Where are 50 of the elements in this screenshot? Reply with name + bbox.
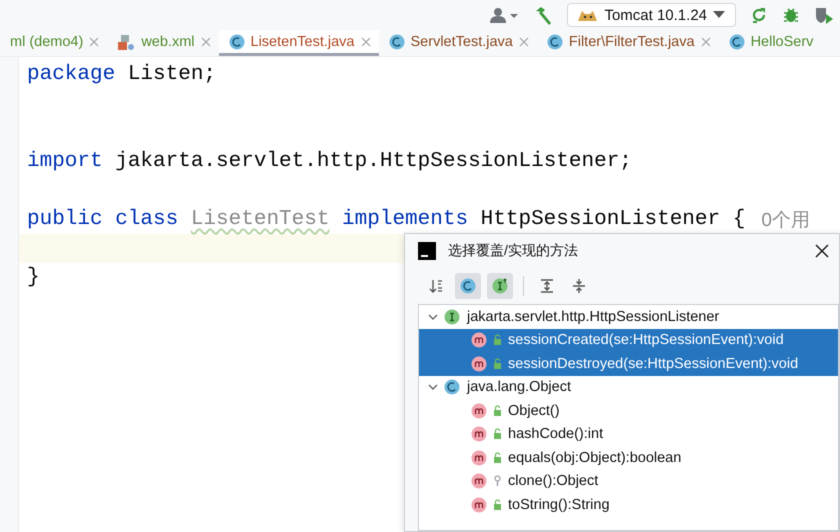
bug-icon[interactable] — [782, 6, 800, 24]
method-icon — [471, 473, 487, 490]
class-icon — [228, 34, 245, 50]
dialog-title: 选择覆盖/实现的方法 — [448, 242, 579, 260]
method-icon — [471, 402, 487, 419]
tree-group-label[interactable]: jakarta.servlet.http.HttpSessionListener — [467, 308, 720, 325]
xml-file-icon — [117, 34, 136, 50]
method-list-item[interactable]: sessionDestroyed(se:HttpSessionEvent):void — [419, 352, 838, 376]
caret-icon — [713, 11, 725, 19]
code-line: import jakarta.servlet.http.HttpSessionListener; — [27, 150, 632, 173]
class-icon — [460, 278, 476, 294]
tree-group-label[interactable]: java.lang.Object — [467, 379, 571, 396]
expand-all-icon — [539, 278, 555, 294]
class-icon — [444, 379, 460, 396]
method-list-item[interactable]: sessionCreated(se:HttpSessionEvent):void — [419, 328, 838, 352]
method-list-item[interactable]: equals(obj:Object):boolean — [419, 446, 838, 470]
code-line: public class LisetenTest implements HttpSessionListener { — [27, 208, 746, 231]
interface-toggle-button[interactable] — [487, 273, 513, 299]
rerun-icon[interactable] — [750, 6, 768, 24]
class-icon — [728, 34, 745, 50]
sort-alpha-icon — [428, 278, 444, 294]
editor-tab[interactable]: ml (demo4) — [0, 30, 108, 56]
class-icon — [388, 34, 404, 50]
run-configuration-dropdown[interactable]: Tomcat 10.1.24 — [567, 3, 736, 27]
editor-tab[interactable]: web.xml — [107, 30, 219, 56]
method-list-item[interactable]: toString():String — [419, 493, 838, 516]
class-toggle-button[interactable] — [455, 273, 481, 299]
shield-run-icon[interactable] — [814, 6, 834, 24]
code-line: package Listen; — [27, 63, 216, 86]
method-icon — [471, 332, 487, 348]
method-icon — [471, 356, 487, 372]
method-list-item[interactable]: clone():Object — [419, 470, 838, 493]
code-line: } — [27, 266, 40, 289]
editor-tab[interactable]: Filter\FilterTest.java — [536, 30, 719, 56]
method-list-item[interactable]: Object() — [419, 399, 838, 422]
collapse-all-icon — [571, 278, 587, 294]
user-icon[interactable] — [489, 6, 520, 24]
editor-tab[interactable]: LisetenTest.java — [218, 30, 378, 56]
editor-tab[interactable]: ServletTest.java — [378, 30, 537, 56]
app-logo-icon — [418, 242, 436, 260]
interface-icon — [444, 308, 460, 325]
interface-icon — [492, 278, 508, 294]
editor-tab[interactable]: HelloServ — [718, 30, 822, 56]
method-icon — [471, 450, 487, 466]
method-icon — [471, 496, 487, 513]
method-icon — [471, 426, 487, 442]
usage-hint[interactable]: 0个用 — [761, 206, 810, 232]
class-icon — [546, 34, 563, 50]
method-list-item[interactable]: hashCode():int — [419, 422, 838, 446]
close-icon[interactable] — [815, 244, 829, 258]
